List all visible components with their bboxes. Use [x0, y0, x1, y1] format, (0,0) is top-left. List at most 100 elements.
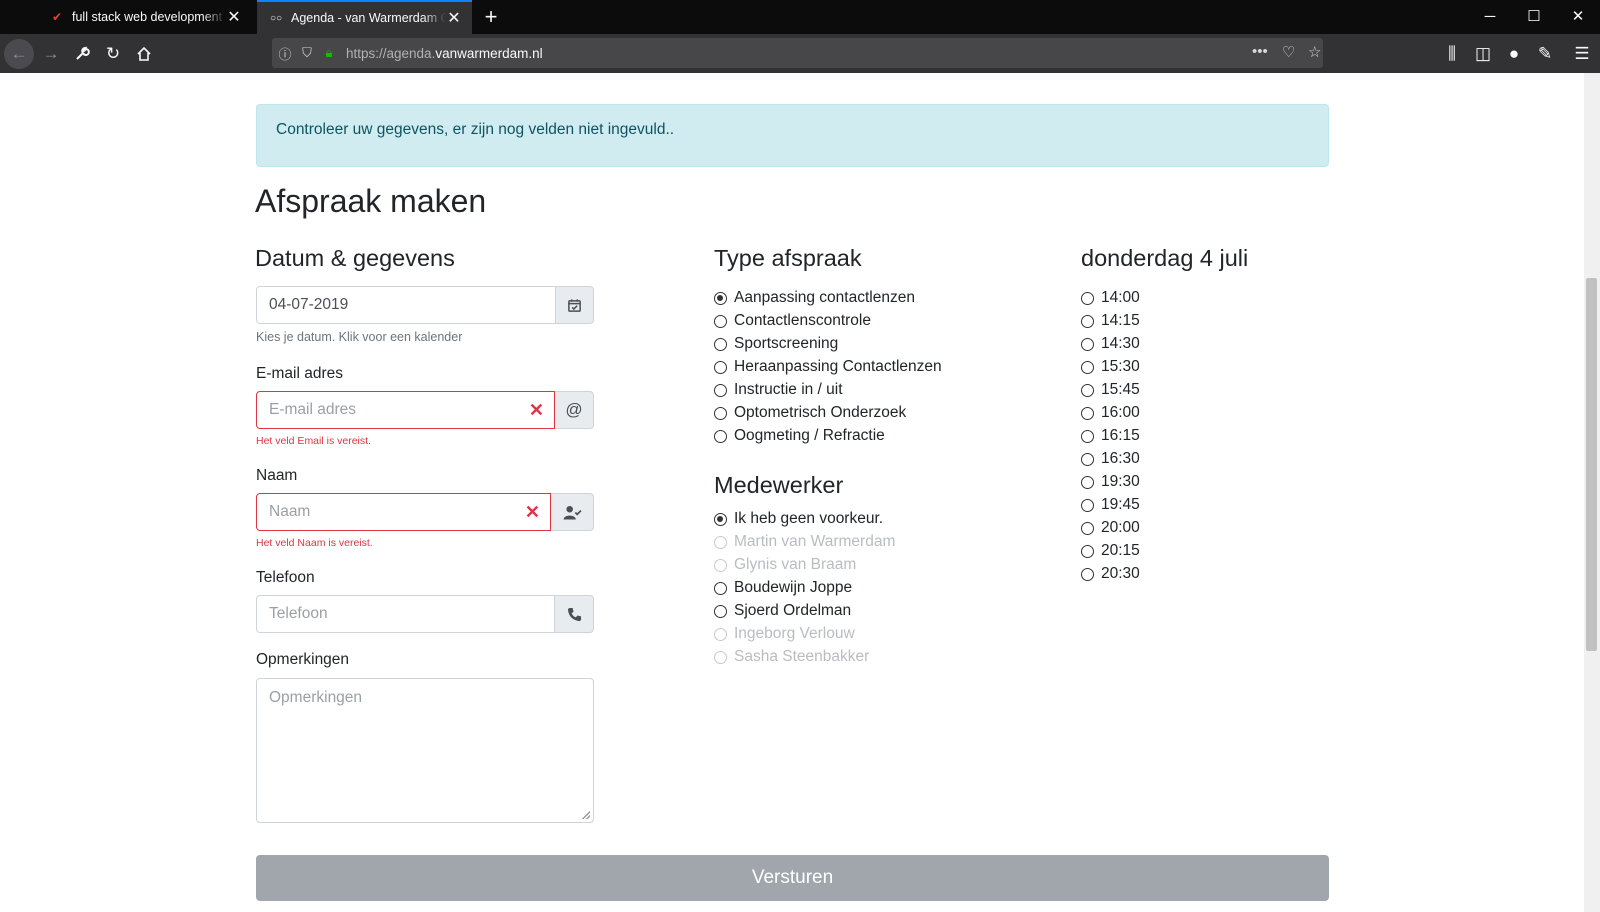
radio-icon[interactable]	[1081, 452, 1094, 466]
tab-agenda[interactable]: ○○ Agenda - van Warmerdam Opt ✕	[257, 0, 472, 34]
back-arrow-icon[interactable]: ←	[4, 39, 34, 69]
radio-icon[interactable]	[714, 581, 727, 595]
radio-icon	[714, 558, 727, 572]
address-bar[interactable]: ⓘ ⛉ 🔒︎ https://agenda.vanwarmerdam.nl ••…	[272, 38, 1323, 68]
account-icon[interactable]: ●	[1499, 39, 1529, 69]
phone-input-group: Telefoon	[256, 595, 594, 633]
name-label: Naam	[256, 467, 298, 484]
radio-icon[interactable]	[1081, 337, 1094, 351]
phone-label: Telefoon	[256, 569, 315, 586]
email-field[interactable]: E-mail adres ✕	[256, 391, 555, 429]
radio-icon[interactable]	[714, 604, 727, 618]
time-slot-radio[interactable]: 16:30	[1081, 448, 1140, 470]
url-text[interactable]: https://agenda.vanwarmerdam.nl	[346, 46, 543, 61]
radio-checked-icon[interactable]	[714, 512, 727, 526]
radio-icon[interactable]	[1081, 544, 1094, 558]
calendar-icon[interactable]	[556, 286, 594, 324]
forward-arrow-icon[interactable]: →	[36, 39, 66, 69]
radio-type-aanpassing[interactable]: Aanpassing contactlenzen	[714, 287, 915, 309]
user-check-icon	[551, 493, 594, 531]
radio-icon[interactable]	[1081, 360, 1094, 374]
time-slot-radio[interactable]: 16:15	[1081, 425, 1140, 447]
lock-icon[interactable]: 🔒︎	[320, 45, 338, 61]
phone-icon	[555, 595, 594, 633]
maximize-icon[interactable]: ☐	[1512, 0, 1556, 34]
scrollbar-thumb[interactable]	[1586, 278, 1597, 651]
time-slot-radio[interactable]: 16:00	[1081, 402, 1140, 424]
date-input[interactable]: 04-07-2019	[256, 286, 556, 324]
radio-icon[interactable]	[1081, 291, 1094, 305]
submit-button[interactable]: Versturen	[256, 855, 1329, 901]
radio-icon[interactable]	[714, 337, 727, 351]
time-slot-radio[interactable]: 15:30	[1081, 356, 1140, 378]
minimize-icon[interactable]: ─	[1468, 0, 1512, 34]
time-slot-radio[interactable]: 20:15	[1081, 540, 1140, 562]
library-icon[interactable]: ⫼	[1437, 39, 1467, 69]
radio-icon[interactable]	[1081, 567, 1094, 581]
page-title: Afspraak maken	[255, 183, 487, 219]
radio-icon[interactable]	[1081, 406, 1094, 420]
radio-icon	[714, 650, 727, 664]
resize-grip-icon[interactable]	[582, 811, 590, 819]
time-slot-radio[interactable]: 15:45	[1081, 379, 1140, 401]
radio-type-oogmeting[interactable]: Oogmeting / Refractie	[714, 425, 885, 447]
invalid-x-icon: ✕	[524, 502, 540, 522]
pocket-icon[interactable]: ♡	[1282, 43, 1295, 61]
remarks-textarea[interactable]: Opmerkingen	[256, 678, 594, 823]
radio-staff-no-preference[interactable]: Ik heb geen voorkeur.	[714, 508, 883, 530]
bookmark-star-icon[interactable]: ☆	[1308, 43, 1321, 61]
time-slot-radio[interactable]: 20:30	[1081, 563, 1140, 585]
radio-icon[interactable]	[1081, 521, 1094, 535]
radio-staff-sjoerd[interactable]: Sjoerd Ordelman	[714, 600, 851, 622]
window-close-icon[interactable]: ✕	[1556, 0, 1600, 34]
details-heading: Datum & gegevens	[255, 245, 455, 271]
time-slot-radio[interactable]: 19:30	[1081, 471, 1140, 493]
radio-type-optometrisch[interactable]: Optometrisch Onderzoek	[714, 402, 906, 424]
radio-type-sportscreening[interactable]: Sportscreening	[714, 333, 838, 355]
sidebar-icon[interactable]: ◫	[1468, 39, 1498, 69]
type-heading: Type afspraak	[714, 245, 862, 271]
radio-icon[interactable]	[714, 429, 727, 443]
menu-icon[interactable]: ☰	[1567, 39, 1597, 69]
radio-icon[interactable]	[714, 314, 727, 328]
radio-icon[interactable]	[714, 360, 727, 374]
time-slot-radio[interactable]: 19:45	[1081, 494, 1140, 516]
radio-staff-martin: Martin van Warmerdam	[714, 531, 895, 553]
radio-icon[interactable]	[1081, 429, 1094, 443]
close-tab-icon[interactable]: ✕	[446, 8, 462, 28]
radio-type-contactlenscontrole[interactable]: Contactlenscontrole	[714, 310, 871, 332]
info-icon[interactable]: ⓘ	[276, 44, 294, 63]
radio-type-instructie[interactable]: Instructie in / uit	[714, 379, 843, 401]
close-tab-icon[interactable]: ✕	[226, 7, 242, 27]
email-error: Het veld Email is vereist.	[256, 435, 371, 447]
extension-icon[interactable]: ✎	[1530, 39, 1560, 69]
radio-icon[interactable]	[1081, 383, 1094, 397]
tab-title: Agenda - van Warmerdam Opt	[291, 11, 446, 25]
home-icon[interactable]	[129, 39, 159, 69]
radio-icon[interactable]	[1081, 314, 1094, 328]
at-sign-icon: @	[555, 391, 594, 429]
radio-staff-boudewijn[interactable]: Boudewijn Joppe	[714, 577, 852, 599]
name-field[interactable]: Naam ✕	[256, 493, 551, 531]
tab-full-stack[interactable]: ✔ full stack web development .ne ✕	[38, 0, 252, 34]
wrench-icon[interactable]	[67, 39, 97, 69]
reload-icon[interactable]: ↻	[98, 39, 128, 69]
new-tab-icon[interactable]: +	[478, 2, 504, 32]
shield-icon[interactable]: ⛉	[298, 45, 316, 61]
radio-type-heraanpassing[interactable]: Heraanpassing Contactlenzen	[714, 356, 942, 378]
radio-icon[interactable]	[714, 406, 727, 420]
glasses-icon: ○○	[269, 12, 283, 24]
more-actions-icon[interactable]: •••	[1252, 43, 1268, 60]
browser-titlebar: ✔ full stack web development .ne ✕ ○○ Ag…	[0, 0, 1600, 34]
radio-icon[interactable]	[1081, 475, 1094, 489]
radio-checked-icon[interactable]	[714, 291, 727, 305]
time-slot-radio[interactable]: 14:30	[1081, 333, 1140, 355]
time-slot-radio[interactable]: 14:00	[1081, 287, 1140, 309]
date-heading: donderdag 4 juli	[1081, 245, 1249, 271]
radio-icon[interactable]	[1081, 498, 1094, 512]
phone-field[interactable]: Telefoon	[256, 595, 555, 633]
brand-bird-icon: ✔	[51, 10, 63, 24]
time-slot-radio[interactable]: 14:15	[1081, 310, 1140, 332]
radio-icon[interactable]	[714, 383, 727, 397]
time-slot-radio[interactable]: 20:00	[1081, 517, 1140, 539]
